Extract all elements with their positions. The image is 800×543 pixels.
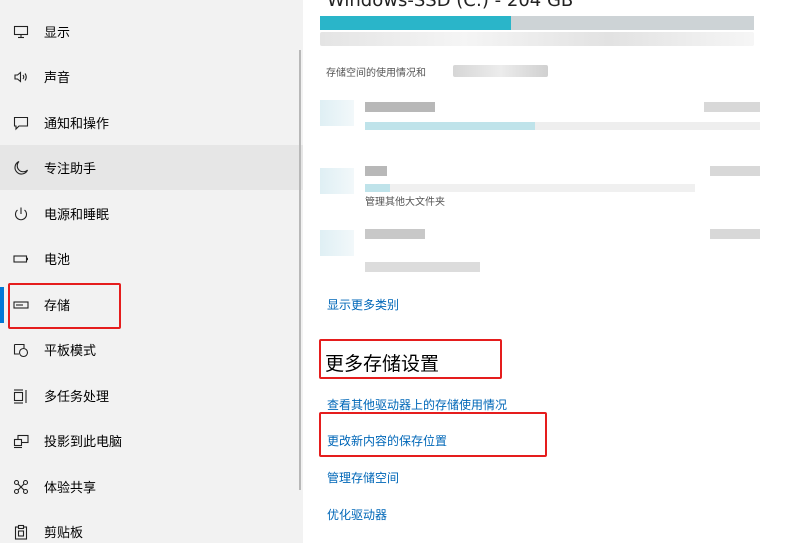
sidebar-item-display[interactable]: 显示 <box>0 9 303 54</box>
sidebar-item-label: 多任务处理 <box>44 390 110 405</box>
projection-icon <box>12 432 30 450</box>
manage-storage-spaces-link[interactable]: 管理存储空间 <box>327 469 399 486</box>
category-usage-bar <box>365 262 480 272</box>
sidebar-item-label: 声音 <box>44 71 71 86</box>
moon-icon <box>12 159 30 177</box>
sidebar-item-label: 电池 <box>44 253 71 268</box>
category-name <box>365 102 435 112</box>
drive-usage-bar <box>320 16 754 30</box>
sidebar-item-power-sleep[interactable]: 电源和睡眠 <box>0 191 303 236</box>
notification-icon <box>12 114 30 132</box>
category-caption: 管理其他大文件夹 <box>365 197 445 208</box>
storage-icon <box>12 296 30 314</box>
category-icon <box>320 100 354 126</box>
optimize-drives-link[interactable]: 优化驱动器 <box>327 506 387 523</box>
category-size <box>710 166 760 176</box>
category-size <box>704 102 760 112</box>
shared-experiences-icon <box>12 478 30 496</box>
sidebar-item-multitasking[interactable]: 多任务处理 <box>0 373 303 418</box>
category-name <box>365 229 425 239</box>
sidebar-scrollbar[interactable] <box>299 50 301 490</box>
storage-category-row[interactable] <box>320 98 760 148</box>
sidebar-item-project-to-pc[interactable]: 投影到此电脑 <box>0 418 303 463</box>
power-icon <box>12 205 30 223</box>
storage-usage-caption: 存储空间的使用情况和 <box>326 68 426 79</box>
sidebar-item-shared-experiences[interactable]: 体验共享 <box>0 464 303 509</box>
category-usage-fill <box>365 122 535 130</box>
category-icon <box>320 168 354 194</box>
sidebar-item-tablet-mode[interactable]: 平板模式 <box>0 327 303 372</box>
sidebar-item-clipboard[interactable]: 剪贴板 <box>0 509 303 543</box>
view-other-drives-usage-link[interactable]: 查看其他驱动器上的存储使用情况 <box>327 396 507 413</box>
settings-sidebar: 显示 声音 通知和操作 专注助手 电源和睡眠 电池 存储 平板模式 多任务处理 … <box>0 0 303 543</box>
sidebar-item-label: 平板模式 <box>44 344 97 359</box>
multitasking-icon <box>12 387 30 405</box>
selected-indicator <box>0 287 4 323</box>
sidebar-item-label: 显示 <box>44 26 71 41</box>
sidebar-item-label: 存储 <box>44 299 71 314</box>
sidebar-item-label: 投影到此电脑 <box>44 435 123 450</box>
sidebar-item-label: 剪贴板 <box>44 526 84 541</box>
drive-usage-fill <box>320 16 511 30</box>
blurred-usage-details <box>320 32 754 46</box>
category-usage-bar <box>365 184 695 192</box>
more-storage-settings-heading: 更多存储设置 <box>325 353 440 375</box>
sidebar-item-label: 电源和睡眠 <box>44 208 110 223</box>
change-save-location-link[interactable]: 更改新内容的保存位置 <box>327 432 447 449</box>
speaker-icon <box>12 68 30 86</box>
storage-main-panel: Windows-SSD (C:) - 204 GB 存储空间的使用情况和 管理其… <box>303 0 800 543</box>
sidebar-item-label: 通知和操作 <box>44 117 110 132</box>
clipboard-icon <box>12 523 30 541</box>
sidebar-item-label: 专注助手 <box>44 162 97 177</box>
category-usage-fill <box>365 184 390 192</box>
sidebar-item-sound[interactable]: 声音 <box>0 54 303 99</box>
sidebar-item-storage[interactable]: 存储 <box>0 282 303 327</box>
blurred-caption-tail <box>453 65 548 77</box>
sidebar-item-label: 体验共享 <box>44 481 97 496</box>
monitor-icon <box>12 23 30 41</box>
sidebar-item-focus-assist[interactable]: 专注助手 <box>0 145 303 190</box>
category-name <box>365 166 387 176</box>
category-icon <box>320 230 354 256</box>
sidebar-item-battery[interactable]: 电池 <box>0 236 303 281</box>
battery-icon <box>12 250 30 268</box>
storage-category-row[interactable] <box>320 224 760 274</box>
show-more-categories-link[interactable]: 显示更多类别 <box>327 296 399 313</box>
tablet-mode-icon <box>12 341 30 359</box>
category-usage-bar <box>365 122 760 130</box>
drive-title: Windows-SSD (C:) - 204 GB <box>327 0 574 11</box>
category-size <box>710 229 760 239</box>
sidebar-item-notifications[interactable]: 通知和操作 <box>0 100 303 145</box>
